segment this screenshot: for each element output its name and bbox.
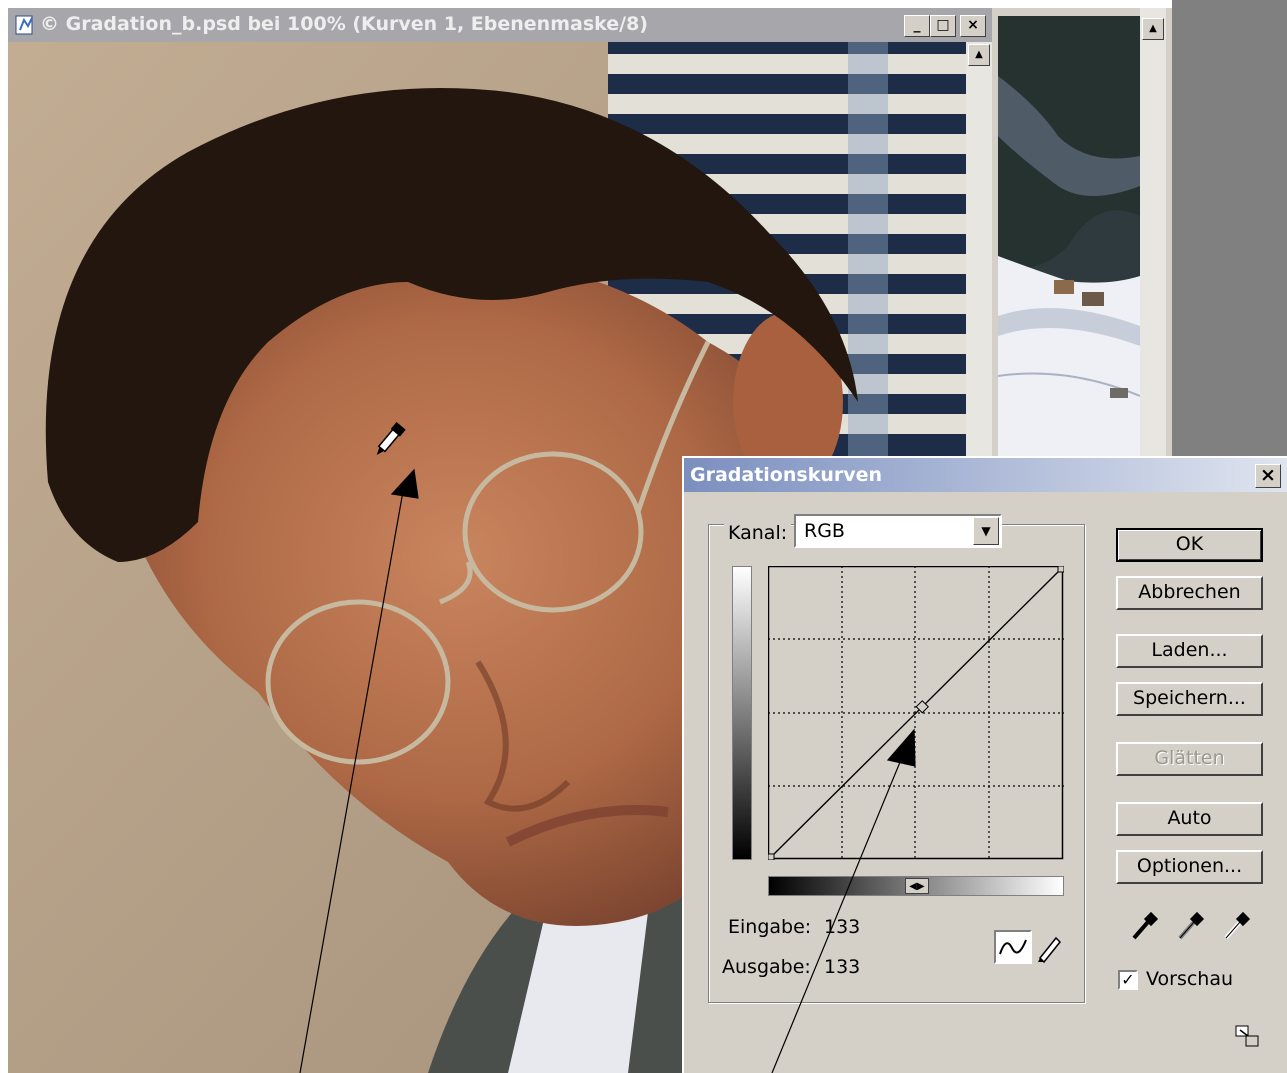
- chevron-down-icon[interactable]: ▼: [973, 517, 999, 545]
- input-gradient-bar: ◀▶: [768, 876, 1064, 896]
- channel-label: Kanal:: [724, 522, 792, 544]
- scroll-up-button[interactable]: ▲: [1142, 18, 1164, 40]
- photoshop-document-icon: [15, 15, 33, 35]
- output-value: 133: [824, 956, 861, 978]
- output-label: Ausgabe:: [722, 956, 811, 978]
- save-button[interactable]: Speichern...: [1116, 682, 1263, 716]
- curve-point[interactable]: [768, 853, 775, 860]
- channel-select[interactable]: RGB ▼: [794, 514, 1002, 548]
- workspace-background: [1172, 0, 1287, 456]
- input-value: 133: [824, 916, 861, 938]
- cancel-button[interactable]: Abbrechen: [1116, 576, 1263, 610]
- auto-button[interactable]: Auto: [1116, 802, 1263, 836]
- ok-button[interactable]: OK: [1116, 528, 1263, 562]
- output-gradient-bar: [732, 566, 752, 860]
- smooth-button[interactable]: Glätten: [1116, 742, 1263, 776]
- options-button[interactable]: Optionen...: [1116, 850, 1263, 884]
- gradient-toggle-icon[interactable]: ◀▶: [905, 878, 929, 894]
- channel-value: RGB: [804, 520, 845, 542]
- landscape-photo: [998, 16, 1140, 460]
- black-point-eyedropper-icon[interactable]: [1126, 910, 1160, 944]
- pencil-tool-icon[interactable]: [1034, 930, 1066, 964]
- document-titlebar[interactable]: © Gradation_b.psd bei 100% (Kurven 1, Eb…: [8, 8, 992, 42]
- maximize-button[interactable]: □: [930, 15, 956, 37]
- dialog-titlebar[interactable]: Gradationskurven ×: [684, 458, 1287, 492]
- white-point-eyedropper-icon[interactable]: [1218, 910, 1252, 944]
- background-window-scrollbar[interactable]: ▲: [1140, 8, 1166, 460]
- curve-tool-icon[interactable]: [994, 930, 1032, 964]
- dialog-title: Gradationskurven: [690, 464, 883, 486]
- preview-label: Vorschau: [1146, 968, 1234, 990]
- curve-graph[interactable]: [768, 566, 1064, 860]
- document-title: © Gradation_b.psd bei 100% (Kurven 1, Eb…: [40, 13, 648, 35]
- scroll-up-button[interactable]: ▲: [968, 44, 990, 66]
- load-button[interactable]: Laden...: [1116, 634, 1263, 668]
- gray-point-eyedropper-icon[interactable]: [1172, 910, 1206, 944]
- input-label: Eingabe:: [728, 916, 812, 938]
- dialog-close-button[interactable]: ×: [1255, 464, 1281, 488]
- preview-checkbox[interactable]: ✓: [1118, 970, 1138, 990]
- minimize-button[interactable]: _: [904, 15, 930, 37]
- expand-dialog-icon[interactable]: [1234, 1024, 1260, 1048]
- background-document-window[interactable]: ▲: [992, 8, 1172, 460]
- curve-point[interactable]: [1057, 566, 1064, 573]
- close-button[interactable]: ×: [960, 15, 986, 37]
- curves-dialog[interactable]: Gradationskurven × Kanal: RGB ▼ ◀▶ Einga…: [682, 456, 1287, 1073]
